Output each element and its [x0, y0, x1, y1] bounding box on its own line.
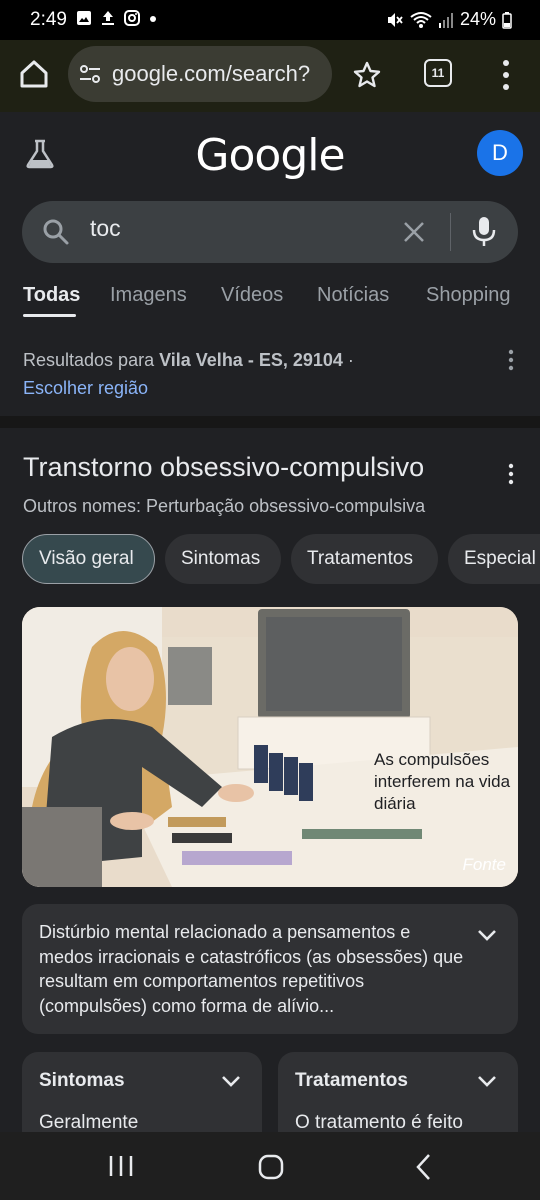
signal-icon [438, 12, 453, 28]
region-suffix: · [342, 350, 354, 370]
wifi-icon [410, 11, 432, 28]
instagram-icon [124, 10, 140, 26]
tab-noticias[interactable]: Notícias [317, 284, 389, 307]
chevron-down-icon[interactable] [476, 1074, 498, 1090]
tab-switcher-button[interactable]: 11 [424, 59, 452, 87]
google-logo[interactable]: Google [0, 130, 540, 181]
status-time: 2:49 [30, 9, 67, 30]
tab-todas[interactable]: Todas [23, 284, 80, 307]
recent-apps-icon[interactable] [108, 1154, 134, 1178]
tratamentos-card[interactable]: Tratamentos O tratamento é feito [278, 1052, 518, 1142]
knowledge-panel-title[interactable]: Transtorno obsessivo-compulsivo [23, 452, 424, 483]
site-settings-icon[interactable] [78, 62, 102, 86]
region-more-icon[interactable] [506, 348, 516, 372]
description-text: Distúrbio mental relacionado a pensament… [39, 922, 464, 1016]
image-caption: As compulsões interferem na vida diária [374, 750, 511, 813]
notification-icons [76, 10, 158, 26]
account-avatar[interactable]: D [477, 130, 523, 176]
sintomas-card-title: Sintomas [39, 1070, 125, 1091]
clear-icon[interactable] [402, 220, 426, 244]
section-divider [0, 416, 540, 428]
tab-imagens[interactable]: Imagens [110, 284, 187, 307]
system-icons: 24% [386, 9, 512, 30]
sintomas-card-text: Geralmente [39, 1112, 139, 1133]
search-input[interactable] [90, 215, 390, 242]
tratamentos-card-title: Tratamentos [295, 1070, 408, 1091]
ocd-illustration-image [22, 607, 518, 887]
home-button-icon[interactable] [258, 1154, 284, 1180]
image-source-link[interactable]: Fonte [463, 855, 506, 875]
search-tabs: Todas Imagens Vídeos Notícias Shopping [0, 284, 540, 324]
search-divider [450, 213, 451, 251]
google-header: Google D [0, 112, 540, 200]
search-box [22, 201, 518, 263]
knowledge-panel-more-icon[interactable] [506, 462, 516, 486]
image-icon [77, 11, 91, 25]
region-info: Resultados para Vila Velha - ES, 29104 ·… [23, 346, 503, 402]
mute-icon [387, 12, 403, 27]
home-icon[interactable] [18, 58, 50, 90]
tab-shopping[interactable]: Shopping [426, 284, 511, 307]
bookmark-star-icon[interactable] [352, 60, 382, 90]
more-options-icon[interactable] [496, 58, 516, 92]
battery-percent: 24% [459, 9, 496, 29]
topic-chips: Visão geral Sintomas Tratamentos Especia… [0, 534, 540, 586]
knowledge-panel-image[interactable]: As compulsões interferem na vida diária … [22, 607, 518, 887]
system-navigation-bar [0, 1132, 540, 1200]
region-location: Vila Velha - ES, 29104 [159, 350, 343, 370]
active-tab-indicator [23, 314, 76, 317]
choose-region-link[interactable]: Escolher região [23, 378, 148, 398]
chip-visao-geral[interactable]: Visão geral [22, 534, 155, 584]
upload-icon [102, 11, 114, 25]
chip-especial[interactable]: Especial [448, 534, 540, 584]
dot-icon [150, 16, 156, 22]
chip-tratamentos[interactable]: Tratamentos [291, 534, 438, 584]
battery-icon [502, 11, 512, 29]
knowledge-panel-subtitle: Outros nomes: Perturbação obsessivo-comp… [23, 496, 426, 516]
sintomas-card[interactable]: Sintomas Geralmente [22, 1052, 262, 1142]
tratamentos-card-text: O tratamento é feito [295, 1112, 463, 1133]
search-icon [43, 219, 69, 245]
microphone-icon[interactable] [470, 215, 498, 249]
address-bar[interactable]: google.com/search? [68, 46, 332, 102]
status-bar: 2:49 24% [0, 0, 540, 40]
url-text[interactable]: google.com/search? [112, 61, 310, 87]
region-prefix: Resultados para [23, 350, 160, 370]
chip-sintomas[interactable]: Sintomas [165, 534, 281, 584]
back-icon[interactable] [414, 1153, 432, 1181]
chevron-down-icon[interactable] [476, 928, 498, 944]
browser-toolbar: google.com/search? 11 [0, 40, 540, 112]
description-card[interactable]: Distúrbio mental relacionado a pensament… [22, 904, 518, 1034]
tab-videos[interactable]: Vídeos [221, 284, 283, 307]
chevron-down-icon[interactable] [220, 1074, 242, 1090]
